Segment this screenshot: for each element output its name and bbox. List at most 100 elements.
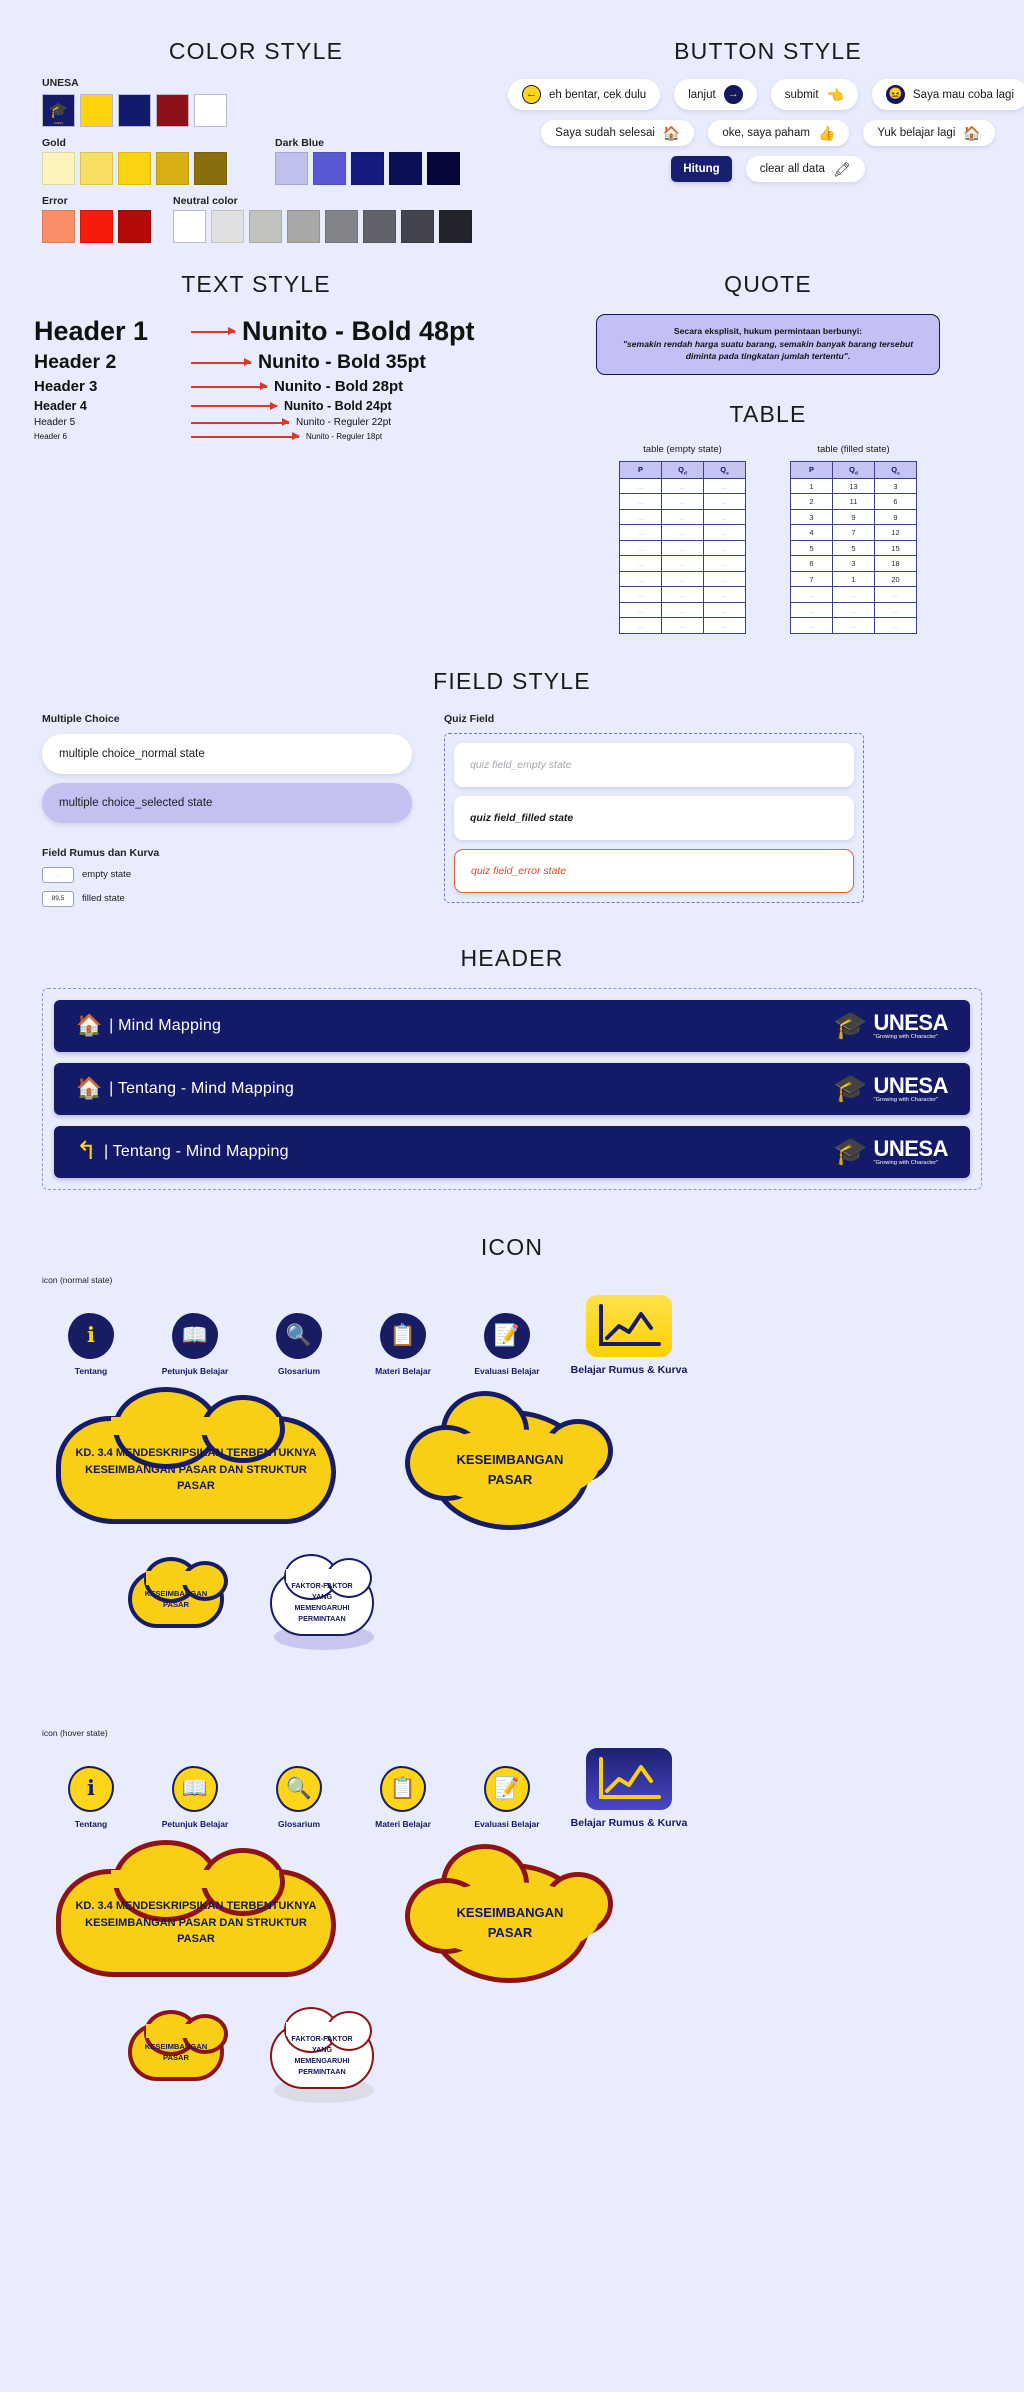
table-cell[interactable]: ... bbox=[703, 586, 746, 603]
button-sudah-selesai[interactable]: Saya sudah selesai 🏠 bbox=[541, 120, 695, 146]
table-cell[interactable]: 20 bbox=[874, 570, 917, 588]
table-cell[interactable]: ... bbox=[703, 524, 746, 541]
table-cell[interactable]: ... bbox=[703, 555, 746, 572]
table-cell[interactable]: ... bbox=[874, 601, 917, 619]
header-bar-tentang-back[interactable]: ↰ | Tentang - Mind Mapping 🎓 UNESA "Grow… bbox=[54, 1125, 970, 1178]
table-cell[interactable]: 4 bbox=[790, 524, 833, 541]
table-cell[interactable]: ... bbox=[661, 524, 704, 541]
icon-item-glosarium[interactable]: 🔍 Glosarium bbox=[262, 1312, 336, 1376]
table-cell[interactable]: 3 bbox=[832, 555, 875, 572]
table-cell[interactable]: ... bbox=[661, 493, 704, 510]
rumus-field-empty[interactable]: ... bbox=[42, 866, 74, 883]
home-icon[interactable]: 🏠 bbox=[76, 1015, 102, 1036]
table-cell[interactable]: 13 bbox=[832, 477, 875, 495]
table-cell[interactable]: ... bbox=[703, 539, 746, 557]
table-cell[interactable]: ... bbox=[619, 617, 662, 634]
button-lanjut[interactable]: lanjut → bbox=[674, 79, 757, 110]
button-cek-dulu[interactable]: ← eh bentar, cek dulu bbox=[508, 79, 661, 110]
line-chart-icon[interactable] bbox=[586, 1747, 672, 1810]
clipboard-icon[interactable]: 📋 bbox=[380, 1312, 426, 1359]
table-cell[interactable]: ... bbox=[703, 617, 746, 634]
table-cell[interactable]: ... bbox=[619, 601, 662, 619]
table-cell[interactable]: ... bbox=[832, 601, 875, 619]
table-cell[interactable]: ... bbox=[790, 586, 833, 603]
table-cell[interactable]: ... bbox=[703, 570, 746, 588]
table-cell[interactable]: ... bbox=[619, 524, 662, 541]
icon-item-belajar-rumus-kurva-hover[interactable]: Belajar Rumus & Kurva bbox=[571, 1747, 687, 1829]
icon-item-tentang[interactable]: ℹ Tentang bbox=[54, 1312, 128, 1376]
open-book-icon[interactable]: 📖 bbox=[172, 1312, 218, 1359]
table-cell[interactable]: ... bbox=[832, 617, 875, 634]
table-cell[interactable]: ... bbox=[661, 570, 704, 588]
table-cell[interactable]: ... bbox=[703, 601, 746, 619]
document-edit-icon[interactable]: 📝 bbox=[484, 1765, 530, 1812]
table-cell[interactable]: 3 bbox=[874, 477, 917, 495]
icon-item-evaluasi-belajar-hover[interactable]: 📝 Evaluasi Belajar bbox=[470, 1765, 544, 1829]
icon-item-materi-belajar-hover[interactable]: 📋 Materi Belajar bbox=[366, 1765, 440, 1829]
table-cell[interactable]: ... bbox=[661, 601, 704, 619]
open-book-icon[interactable]: 📖 bbox=[172, 1765, 218, 1812]
quiz-field-empty[interactable]: quiz field_empty state bbox=[454, 742, 854, 787]
button-belajar-lagi[interactable]: Yuk belajar lagi 🏠 bbox=[863, 120, 995, 146]
table-cell[interactable]: ... bbox=[619, 508, 662, 526]
header-bar-mind-mapping[interactable]: 🏠 | Mind Mapping 🎓 UNESA "Growing with C… bbox=[54, 999, 970, 1052]
icon-item-belajar-rumus-kurva[interactable]: Belajar Rumus & Kurva bbox=[571, 1294, 687, 1376]
table-cell[interactable]: ... bbox=[790, 617, 833, 634]
table-cell[interactable]: ... bbox=[661, 508, 704, 526]
button-coba-lagi[interactable]: 😖 Saya mau coba lagi bbox=[872, 79, 1024, 110]
info-icon[interactable]: ℹ bbox=[68, 1765, 114, 1812]
table-cell[interactable]: ... bbox=[703, 477, 746, 495]
button-saya-paham[interactable]: oke, saya paham 👍 bbox=[708, 120, 850, 146]
rumus-field-filled[interactable]: 89,5 bbox=[42, 890, 74, 907]
table-cell[interactable]: 18 bbox=[874, 555, 917, 572]
table-cell[interactable]: ... bbox=[832, 586, 875, 603]
table-cell[interactable]: ... bbox=[619, 493, 662, 510]
quiz-field-filled[interactable]: quiz field_filled state bbox=[454, 795, 854, 840]
table-cell[interactable]: ... bbox=[874, 617, 917, 634]
multiple-choice-normal[interactable]: multiple choice_normal state bbox=[42, 733, 412, 774]
table-cell[interactable]: 7 bbox=[832, 524, 875, 541]
clipboard-icon[interactable]: 📋 bbox=[380, 1765, 426, 1812]
button-hitung[interactable]: Hitung bbox=[671, 156, 732, 182]
table-cell[interactable]: ... bbox=[661, 617, 704, 634]
multiple-choice-selected[interactable]: multiple choice_selected state bbox=[42, 782, 412, 823]
icon-item-tentang-hover[interactable]: ℹ Tentang bbox=[54, 1765, 128, 1829]
table-filled[interactable]: P Qd Qs 1 13 3 2 11 6 3 9 9 4 7 12 5 5 15 6 3 18 7 1 20.....… bbox=[790, 460, 917, 634]
table-cell[interactable]: 12 bbox=[874, 524, 917, 541]
home-icon[interactable]: 🏠 bbox=[76, 1078, 102, 1099]
table-empty[interactable]: P Qd Qs ................................… bbox=[619, 460, 746, 634]
table-cell[interactable]: ... bbox=[703, 508, 746, 526]
table-cell[interactable]: 15 bbox=[874, 539, 917, 557]
document-edit-icon[interactable]: 📝 bbox=[484, 1312, 530, 1359]
icon-item-evaluasi-belajar[interactable]: 📝 Evaluasi Belajar bbox=[470, 1312, 544, 1376]
table-cell[interactable]: ... bbox=[661, 477, 704, 495]
table-cell[interactable]: ... bbox=[661, 555, 704, 572]
table-cell[interactable]: 3 bbox=[790, 508, 833, 526]
table-cell[interactable]: ... bbox=[790, 601, 833, 619]
table-cell[interactable]: 11 bbox=[832, 493, 875, 510]
table-cell[interactable]: 6 bbox=[874, 493, 917, 510]
magnifier-icon[interactable]: 🔍 bbox=[276, 1312, 322, 1359]
table-cell[interactable]: 2 bbox=[790, 493, 833, 510]
icon-item-petunjuk-belajar[interactable]: 📖 Petunjuk Belajar bbox=[158, 1312, 232, 1376]
button-submit[interactable]: submit 👈 bbox=[770, 79, 858, 110]
quiz-field-error[interactable]: quiz field_error state bbox=[454, 848, 854, 893]
table-cell[interactable]: ... bbox=[661, 539, 704, 557]
icon-item-materi-belajar[interactable]: 📋 Materi Belajar bbox=[366, 1312, 440, 1376]
back-arrow-icon[interactable]: ↰ bbox=[76, 1139, 97, 1164]
table-cell[interactable]: ... bbox=[619, 539, 662, 557]
table-cell[interactable]: 9 bbox=[874, 508, 917, 526]
table-cell[interactable]: ... bbox=[874, 586, 917, 603]
icon-item-petunjuk-belajar-hover[interactable]: 📖 Petunjuk Belajar bbox=[158, 1765, 232, 1829]
magnifier-icon[interactable]: 🔍 bbox=[276, 1765, 322, 1812]
icon-item-glosarium-hover[interactable]: 🔍 Glosarium bbox=[262, 1765, 336, 1829]
table-cell[interactable]: ... bbox=[703, 493, 746, 510]
line-chart-icon[interactable] bbox=[586, 1294, 672, 1357]
table-cell[interactable]: 5 bbox=[790, 539, 833, 557]
table-cell[interactable]: 7 bbox=[790, 570, 833, 588]
table-cell[interactable]: ... bbox=[661, 586, 704, 603]
table-cell[interactable]: ... bbox=[619, 570, 662, 588]
header-bar-tentang-home[interactable]: 🏠 | Tentang - Mind Mapping 🎓 UNESA "Grow… bbox=[54, 1062, 970, 1115]
table-cell[interactable]: ... bbox=[619, 555, 662, 572]
table-cell[interactable]: ... bbox=[619, 586, 662, 603]
